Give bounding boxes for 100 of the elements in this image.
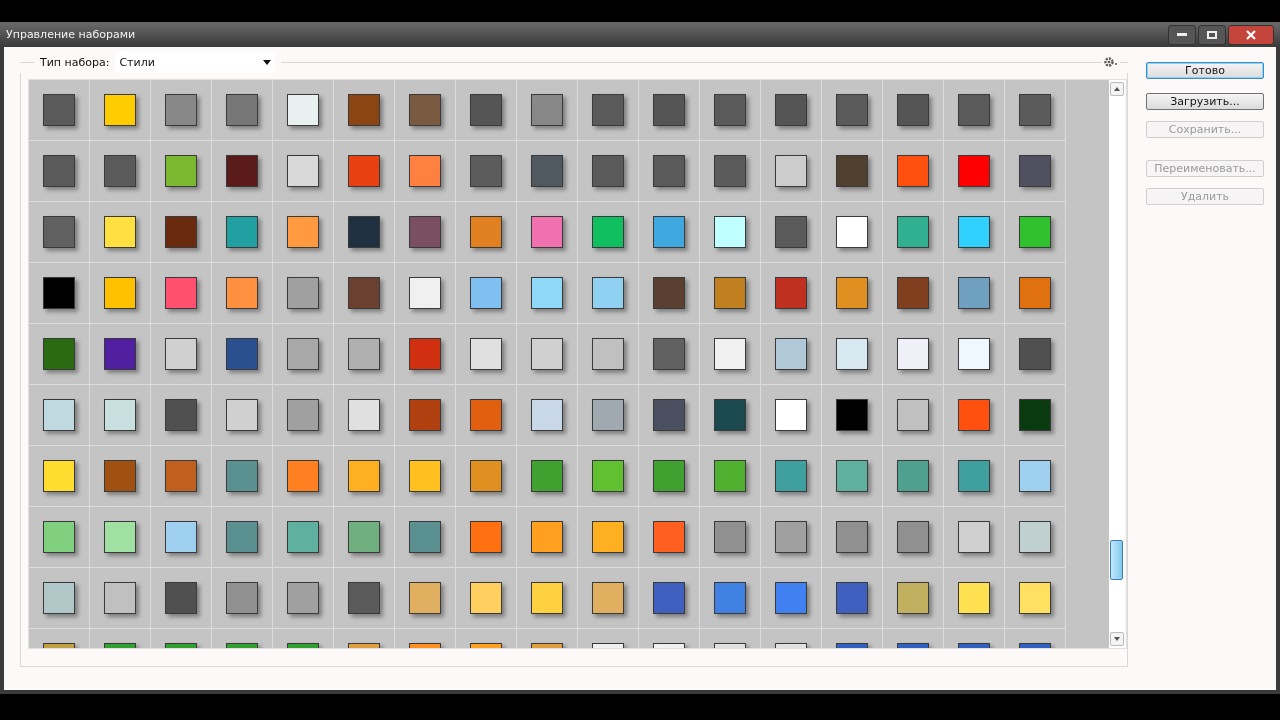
style-swatch[interactable] bbox=[775, 460, 807, 492]
style-swatch[interactable] bbox=[836, 338, 868, 370]
scrollbar[interactable] bbox=[1109, 80, 1124, 648]
style-swatch[interactable] bbox=[714, 277, 746, 309]
style-swatch[interactable] bbox=[43, 338, 75, 370]
style-swatch[interactable] bbox=[653, 155, 685, 187]
style-swatch[interactable] bbox=[836, 216, 868, 248]
style-swatch[interactable] bbox=[592, 216, 624, 248]
style-swatch[interactable] bbox=[897, 94, 929, 126]
style-swatch[interactable] bbox=[714, 94, 746, 126]
style-swatch[interactable] bbox=[531, 399, 563, 431]
style-swatch[interactable] bbox=[287, 582, 319, 614]
style-swatch[interactable] bbox=[165, 277, 197, 309]
style-swatch[interactable] bbox=[958, 338, 990, 370]
scroll-up-icon[interactable] bbox=[1109, 82, 1124, 96]
style-swatch[interactable] bbox=[714, 399, 746, 431]
style-swatch[interactable] bbox=[409, 94, 441, 126]
style-swatch[interactable] bbox=[287, 399, 319, 431]
style-swatch[interactable] bbox=[409, 460, 441, 492]
style-swatch[interactable] bbox=[775, 582, 807, 614]
style-swatch[interactable] bbox=[409, 216, 441, 248]
style-swatch[interactable] bbox=[714, 338, 746, 370]
style-swatch[interactable] bbox=[165, 399, 197, 431]
style-swatch[interactable] bbox=[531, 460, 563, 492]
style-swatch[interactable] bbox=[43, 155, 75, 187]
dialog-button[interactable]: Готово bbox=[1146, 62, 1264, 79]
style-swatch[interactable] bbox=[653, 94, 685, 126]
style-swatch[interactable] bbox=[470, 582, 502, 614]
style-swatch[interactable] bbox=[775, 521, 807, 553]
style-swatch[interactable] bbox=[104, 94, 136, 126]
style-swatch[interactable] bbox=[348, 155, 380, 187]
style-swatch[interactable] bbox=[104, 399, 136, 431]
style-swatch[interactable] bbox=[958, 216, 990, 248]
style-swatch[interactable] bbox=[470, 338, 502, 370]
style-swatch[interactable] bbox=[897, 155, 929, 187]
style-swatch[interactable] bbox=[226, 521, 258, 553]
style-swatch[interactable] bbox=[897, 460, 929, 492]
style-swatch[interactable] bbox=[958, 521, 990, 553]
style-swatch[interactable] bbox=[592, 155, 624, 187]
style-swatch[interactable] bbox=[836, 582, 868, 614]
style-swatch[interactable] bbox=[226, 338, 258, 370]
style-swatch[interactable] bbox=[714, 155, 746, 187]
style-swatch[interactable] bbox=[287, 155, 319, 187]
maximize-button[interactable] bbox=[1198, 24, 1226, 45]
style-swatch[interactable] bbox=[775, 216, 807, 248]
style-swatch[interactable] bbox=[653, 338, 685, 370]
style-swatch[interactable] bbox=[958, 399, 990, 431]
style-swatch[interactable] bbox=[1019, 399, 1051, 431]
style-swatch[interactable] bbox=[592, 277, 624, 309]
style-swatch[interactable] bbox=[714, 216, 746, 248]
style-swatch[interactable] bbox=[897, 277, 929, 309]
style-swatch[interactable] bbox=[287, 460, 319, 492]
style-swatch[interactable] bbox=[287, 216, 319, 248]
style-swatch[interactable] bbox=[43, 277, 75, 309]
style-swatch[interactable] bbox=[104, 460, 136, 492]
style-swatch[interactable] bbox=[836, 94, 868, 126]
style-swatch[interactable] bbox=[653, 460, 685, 492]
style-swatch[interactable] bbox=[592, 521, 624, 553]
style-swatch[interactable] bbox=[287, 338, 319, 370]
style-swatch[interactable] bbox=[470, 94, 502, 126]
scroll-down-icon[interactable] bbox=[1109, 632, 1124, 646]
style-swatch[interactable] bbox=[165, 521, 197, 553]
style-swatch[interactable] bbox=[348, 399, 380, 431]
style-swatch[interactable] bbox=[775, 277, 807, 309]
style-swatch[interactable] bbox=[226, 94, 258, 126]
style-swatch[interactable] bbox=[531, 277, 563, 309]
style-swatch[interactable] bbox=[1019, 582, 1051, 614]
style-swatch[interactable] bbox=[409, 155, 441, 187]
style-swatch[interactable] bbox=[653, 582, 685, 614]
style-swatch[interactable] bbox=[43, 399, 75, 431]
style-swatch[interactable] bbox=[653, 521, 685, 553]
style-swatch[interactable] bbox=[104, 216, 136, 248]
style-swatch[interactable] bbox=[836, 277, 868, 309]
style-swatch[interactable] bbox=[897, 582, 929, 614]
style-swatch[interactable] bbox=[348, 94, 380, 126]
style-swatch[interactable] bbox=[1019, 216, 1051, 248]
style-swatch[interactable] bbox=[592, 399, 624, 431]
style-swatch[interactable] bbox=[1019, 460, 1051, 492]
style-swatch[interactable] bbox=[165, 94, 197, 126]
style-swatch[interactable] bbox=[531, 94, 563, 126]
style-swatch[interactable] bbox=[1019, 338, 1051, 370]
style-swatch[interactable] bbox=[897, 216, 929, 248]
style-swatch[interactable] bbox=[348, 277, 380, 309]
style-swatch[interactable] bbox=[531, 521, 563, 553]
style-swatch[interactable] bbox=[897, 338, 929, 370]
style-swatch[interactable] bbox=[409, 399, 441, 431]
style-swatch[interactable] bbox=[958, 582, 990, 614]
style-swatch[interactable] bbox=[714, 521, 746, 553]
style-swatch[interactable] bbox=[409, 338, 441, 370]
style-swatch[interactable] bbox=[226, 460, 258, 492]
dialog-button[interactable]: Загрузить... bbox=[1146, 93, 1264, 110]
style-swatch[interactable] bbox=[226, 582, 258, 614]
settings-icon[interactable] bbox=[1104, 56, 1118, 68]
style-swatch[interactable] bbox=[775, 399, 807, 431]
style-swatch[interactable] bbox=[43, 582, 75, 614]
style-swatch[interactable] bbox=[348, 460, 380, 492]
style-swatch[interactable] bbox=[43, 216, 75, 248]
style-swatch[interactable] bbox=[531, 155, 563, 187]
style-swatch[interactable] bbox=[470, 399, 502, 431]
style-swatch[interactable] bbox=[714, 460, 746, 492]
